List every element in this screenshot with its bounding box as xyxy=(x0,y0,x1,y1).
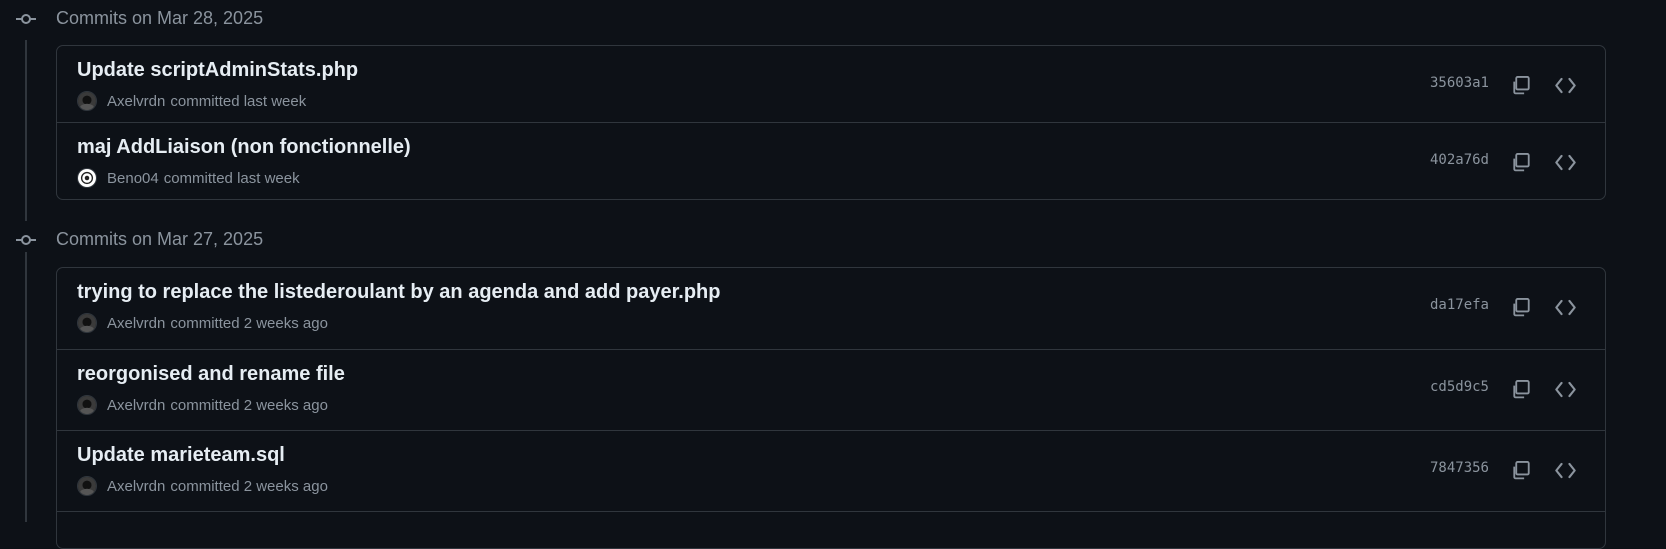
avatar[interactable] xyxy=(77,313,97,333)
avatar[interactable] xyxy=(77,476,97,496)
commit-author-link[interactable]: Beno04 xyxy=(107,170,159,187)
commit-hash-link[interactable]: 35603a1 xyxy=(1430,75,1489,91)
code-icon[interactable] xyxy=(1549,291,1581,323)
timeline-line-1 xyxy=(25,40,27,221)
commit-group-date: Commits on Mar 27, 2025 xyxy=(56,229,264,249)
code-icon[interactable] xyxy=(1549,146,1581,178)
code-icon[interactable] xyxy=(1549,69,1581,101)
commit-title-link[interactable]: Update marieteam.sql xyxy=(77,444,285,467)
git-commit-icon xyxy=(14,7,38,31)
copy-icon[interactable] xyxy=(1505,454,1537,486)
commit-time-text: committed last week xyxy=(163,169,300,187)
commit-title-link[interactable]: Update scriptAdminStats.php xyxy=(77,59,358,82)
code-icon[interactable] xyxy=(1549,454,1581,486)
avatar[interactable] xyxy=(77,91,97,111)
commit-list: Update scriptAdminStats.php Axelvrdn com… xyxy=(56,45,1606,200)
commit-author-link[interactable]: Axelvrdn xyxy=(107,397,165,414)
timeline-line-2 xyxy=(25,252,27,522)
commit-row: Update marieteam.sql Axelvrdn committed … xyxy=(57,430,1605,511)
commit-title-link[interactable]: reorgonised and rename file xyxy=(77,363,345,386)
commit-meta: Axelvrdn committed 2 weeks ago xyxy=(77,394,328,416)
commit-hash-link[interactable]: cd5d9c5 xyxy=(1430,379,1489,395)
commit-row: reorgonised and rename file Axelvrdn com… xyxy=(57,349,1605,430)
commit-time-text: committed last week xyxy=(170,92,307,110)
commit-time-text: committed 2 weeks ago xyxy=(170,396,328,414)
commit-group-date: Commits on Mar 28, 2025 xyxy=(56,8,264,28)
avatar[interactable] xyxy=(77,168,97,188)
commit-author-link[interactable]: Axelvrdn xyxy=(107,478,165,495)
commit-title-link[interactable]: maj AddLiaison (non fonctionnelle) xyxy=(77,136,411,159)
copy-icon[interactable] xyxy=(1505,291,1537,323)
commit-meta: Axelvrdn committed 2 weeks ago xyxy=(77,475,328,497)
commit-meta: Beno04 committed last week xyxy=(77,167,300,189)
commit-meta: Axelvrdn committed last week xyxy=(77,90,306,112)
commit-time-text: committed 2 weeks ago xyxy=(170,314,328,332)
avatar[interactable] xyxy=(77,395,97,415)
commit-hash-link[interactable]: da17efa xyxy=(1430,297,1489,313)
commit-row: Update scriptAdminStats.php Axelvrdn com… xyxy=(57,46,1605,122)
copy-icon[interactable] xyxy=(1505,146,1537,178)
commit-author-link[interactable]: Axelvrdn xyxy=(107,93,165,110)
copy-icon[interactable] xyxy=(1505,69,1537,101)
commit-title-link[interactable]: trying to replace the listederoulant by … xyxy=(77,281,720,304)
commit-meta: Axelvrdn committed 2 weeks ago xyxy=(77,312,328,334)
commit-hash-link[interactable]: 402a76d xyxy=(1430,152,1489,168)
commit-row xyxy=(57,511,1605,548)
git-commit-icon xyxy=(14,228,38,252)
commit-row: trying to replace the listederoulant by … xyxy=(57,268,1605,349)
commit-author-link[interactable]: Axelvrdn xyxy=(107,315,165,332)
commit-hash-link[interactable]: 7847356 xyxy=(1430,460,1489,476)
commit-time-text: committed 2 weeks ago xyxy=(170,477,328,495)
copy-icon[interactable] xyxy=(1505,373,1537,405)
commit-row: maj AddLiaison (non fonctionnelle) Beno0… xyxy=(57,122,1605,198)
commit-list: trying to replace the listederoulant by … xyxy=(56,267,1606,549)
code-icon[interactable] xyxy=(1549,373,1581,405)
